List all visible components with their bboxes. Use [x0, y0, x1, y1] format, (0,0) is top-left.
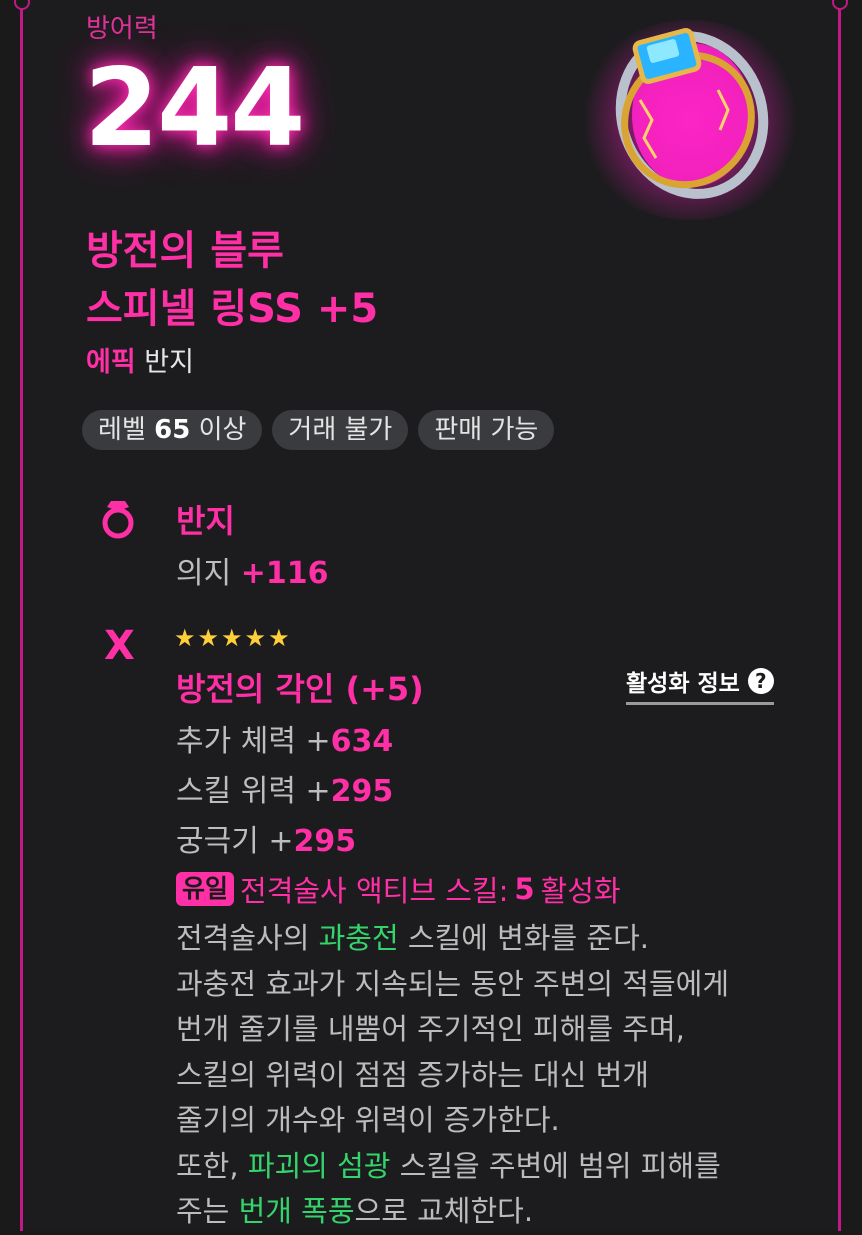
item-grade: 에픽 반지 [86, 340, 194, 379]
unique-count: 5 [514, 872, 535, 906]
frame-corner-right [832, 0, 848, 10]
trade-tag: 거래 불가 [272, 410, 409, 450]
desc-line-6: 또한, 파괴의 섬광 스킬을 주변에 범위 피해를 [176, 1148, 721, 1183]
skill-highlight: 파괴의 섬광 [247, 1148, 391, 1183]
stat-value: 295 [293, 824, 357, 859]
level-suffix: 이상 [198, 415, 247, 445]
base-stat-value: +116 [240, 556, 329, 591]
level-prefix: 레벨 [98, 415, 146, 445]
unique-skill-line: 유일 전격술사 액티브 스킬: 5 활성화 [176, 868, 621, 910]
item-tags: 레벨 65 이상 거래 불가 판매 가능 [82, 410, 555, 450]
stat-value: 295 [330, 774, 394, 809]
item-name-line2: 스피넬 링SS +5 [86, 286, 379, 332]
desc-line-1: 전격술사의 과충전 스킬에 변화를 준다. [176, 921, 649, 955]
question-icon[interactable]: ? [747, 668, 774, 694]
engraving-stars: ★★★★★ [174, 624, 292, 652]
item-name: 방전의 블루 스피넬 링SS +5 [86, 222, 378, 338]
desc-line-4: 스킬의 위력이 점점 증가하는 대신 번개 [176, 1057, 649, 1092]
desc-line-7: 주는 번개 폭풍으로 교체한다. [176, 1194, 534, 1228]
frame-border-right [838, 0, 841, 1231]
stat-value: 634 [330, 724, 394, 759]
skill-highlight: 과충전 [318, 921, 399, 955]
desc-line-3: 번개 줄기를 내뿜어 주기적인 피해를 주며, [176, 1012, 685, 1046]
activation-info-link[interactable]: 활성화 정보 ? [626, 664, 774, 705]
defense-value: 244 [84, 46, 305, 171]
grade-label: 에픽 [86, 347, 136, 378]
base-section-title: 반지 [176, 502, 235, 540]
engraving-description: 전격술사의 과충전 스킬에 변화를 준다. 과충전 효과가 지속되는 동안 주변… [176, 916, 729, 1235]
engraving-title: 방전의 각인 (+5) [176, 670, 424, 708]
engraving-stat-1: 추가 체력 +634 [176, 716, 393, 760]
level-value: 65 [154, 415, 191, 445]
defense-label: 방어력 [86, 14, 158, 44]
item-name-line1: 방전의 블루 [86, 228, 284, 274]
crossed-swords-icon: X [104, 623, 135, 669]
item-type: 반지 [144, 347, 194, 378]
stat-name: 궁극기 + [176, 824, 294, 859]
spinel-ring-art [615, 28, 769, 199]
engraving-stat-2: 스킬 위력 +295 [176, 766, 393, 810]
desc-line-5: 줄기의 개수와 위력이 증가한다. [176, 1103, 560, 1137]
unique-suffix: 활성화 [540, 874, 621, 908]
frame-border-left [20, 0, 23, 1231]
base-stat-name: 의지 [176, 556, 232, 591]
sell-tag: 판매 가능 [418, 410, 555, 450]
desc-line-2: 과충전 효과가 지속되는 동안 주변의 적들에게 [176, 966, 730, 1001]
activation-info-label[interactable]: 활성화 정보 [626, 664, 740, 698]
stat-name: 스킬 위력 + [176, 774, 331, 809]
skill-highlight: 번개 폭풍 [238, 1194, 355, 1228]
stat-name: 추가 체력 + [176, 724, 331, 759]
unique-text: 전격술사 액티브 스킬: [240, 874, 509, 908]
unique-badge: 유일 [176, 872, 235, 906]
engraving-stat-3: 궁극기 +295 [176, 816, 356, 860]
base-stat: 의지 +116 [176, 548, 329, 592]
ring-icon [102, 501, 134, 539]
level-requirement-tag: 레벨 65 이상 [82, 410, 263, 450]
